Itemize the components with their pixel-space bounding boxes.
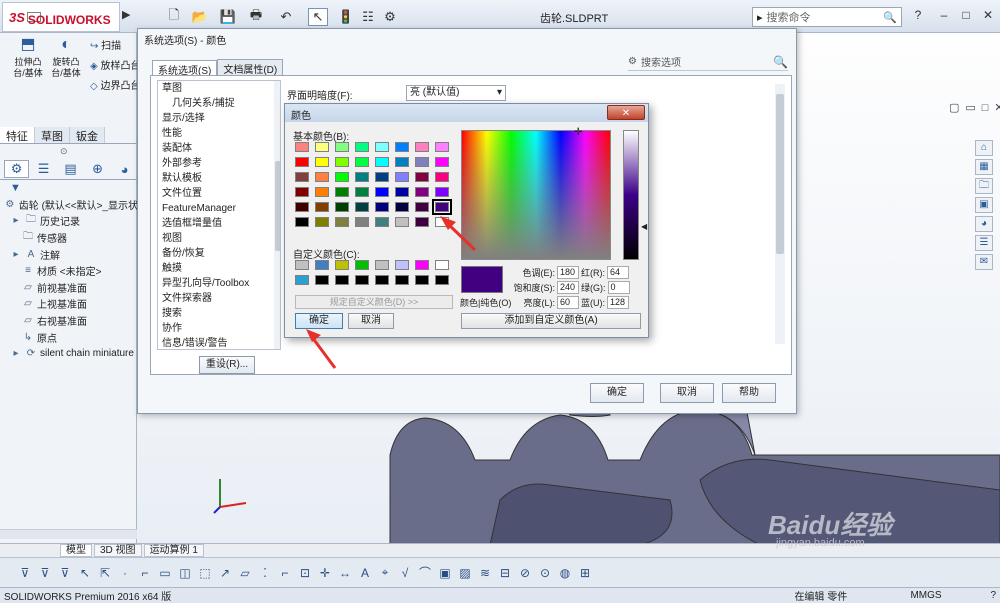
arrow-head-icon	[306, 329, 321, 342]
watermark-url: jingyan.baidu.com	[776, 537, 865, 549]
